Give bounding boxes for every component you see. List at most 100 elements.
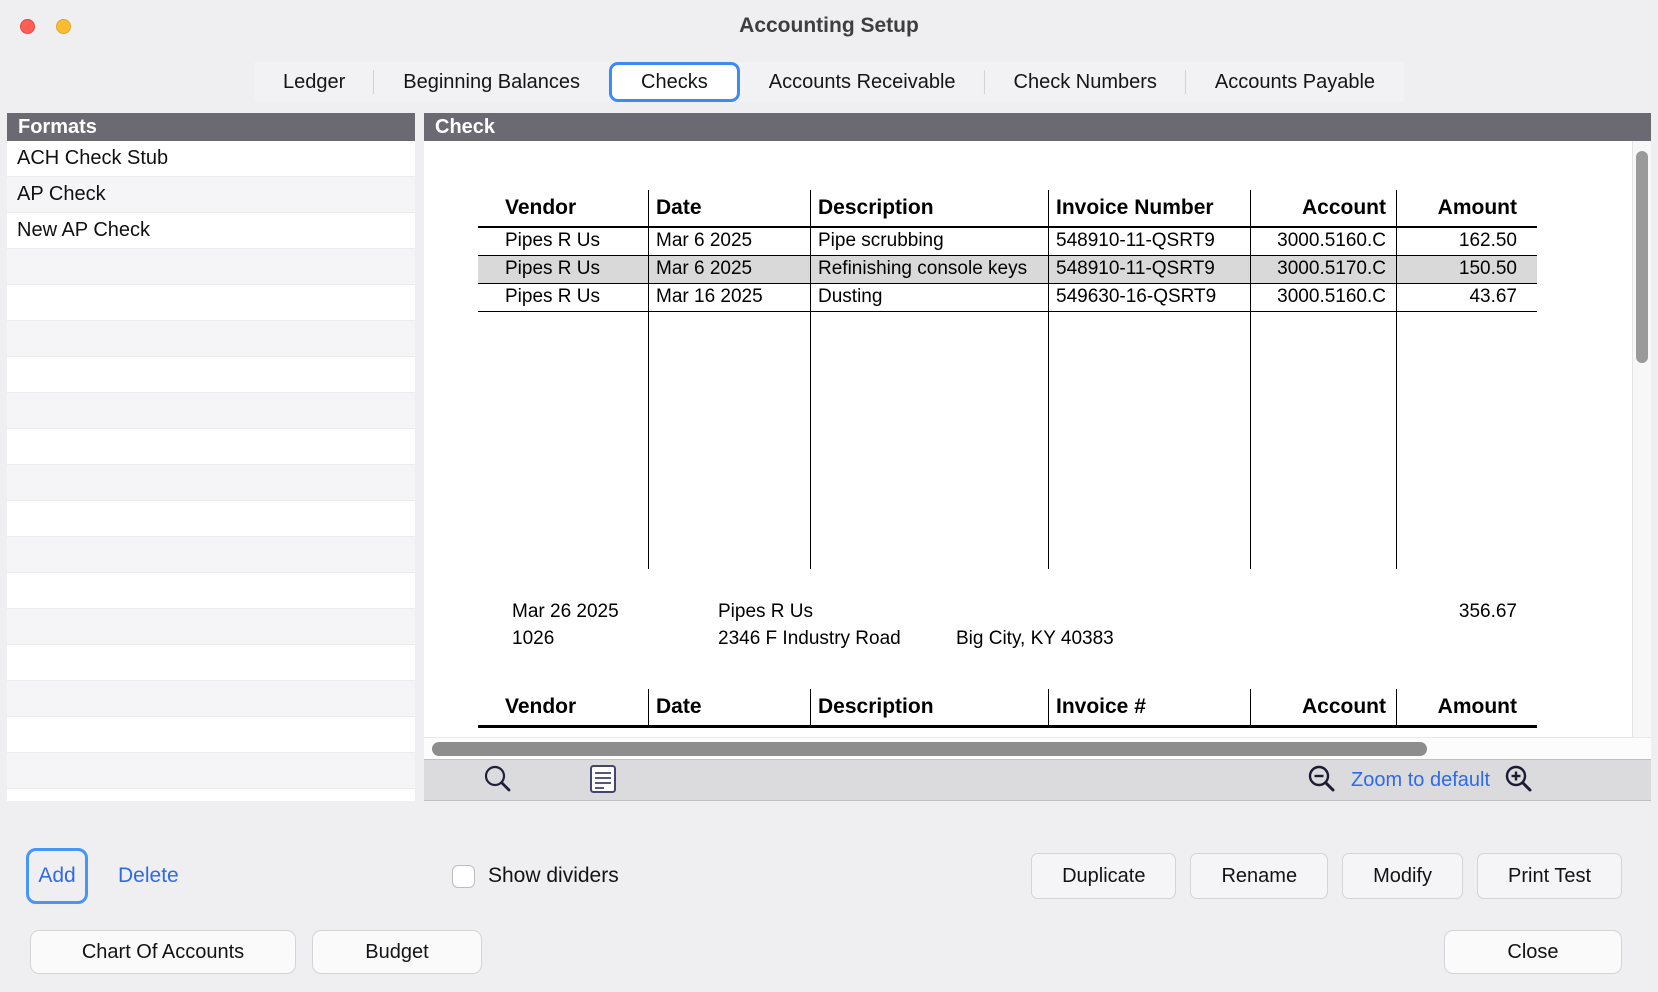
footer-row: Chart Of Accounts Budget Close (0, 930, 1658, 976)
horizontal-scrollbar-thumb[interactable] (432, 742, 1427, 756)
accounting-setup-window: Accounting Setup Ledger Beginning Balanc… (0, 0, 1658, 992)
check-payee: Pipes R Us (718, 601, 813, 623)
cell-vendor: Pipes R Us (478, 228, 648, 255)
magnifier-icon (482, 763, 514, 798)
title-bar: Accounting Setup (0, 0, 1658, 52)
stub-table-header: Vendor Date Description Invoice Number A… (478, 190, 1537, 228)
zoom-out-icon (1306, 763, 1338, 798)
cell-date: Mar 6 2025 (648, 228, 810, 255)
empty-list-row (7, 465, 415, 501)
column-header-date: Date (648, 190, 810, 226)
column-header-account: Account (1250, 190, 1396, 226)
column-header-amount: Amount (1396, 190, 1537, 226)
empty-list-row (7, 429, 415, 465)
column-header-invoice: Invoice # (1048, 689, 1250, 725)
empty-list-row (7, 609, 415, 645)
check-total: 356.67 (1459, 601, 1517, 623)
empty-list-row (7, 537, 415, 573)
check-stub-row: Pipes R Us Mar 16 2025 Dusting 549630-16… (478, 284, 1537, 312)
tab-check-numbers[interactable]: Check Numbers (985, 62, 1186, 102)
empty-list-row (7, 393, 415, 429)
empty-list-row (7, 573, 415, 609)
show-dividers-checkbox[interactable] (452, 865, 475, 888)
second-stub-table-header: Vendor Date Description Invoice # Accoun… (478, 689, 1537, 728)
empty-list-row (7, 717, 415, 753)
magnifier-tool-button[interactable] (482, 763, 514, 798)
document-lines-icon (588, 763, 618, 798)
rename-button[interactable]: Rename (1190, 853, 1328, 899)
empty-list-row (7, 501, 415, 537)
cell-invoice: 548910-11-QSRT9 (1048, 256, 1250, 283)
column-header-description: Description (810, 689, 1048, 725)
empty-list-row (7, 285, 415, 321)
show-dividers-label: Show dividers (488, 864, 619, 888)
cell-account: 3000.5170.C (1250, 256, 1396, 283)
tab-bar: Ledger Beginning Balances Checks Account… (254, 62, 1404, 102)
cell-amount: 43.67 (1396, 284, 1537, 311)
tab-accounts-receivable[interactable]: Accounts Receivable (740, 62, 985, 102)
format-item-new-ap-check[interactable]: New AP Check (7, 213, 415, 249)
format-item-ap-check[interactable]: AP Check (7, 177, 415, 213)
cell-description: Pipe scrubbing (810, 228, 1048, 255)
modify-button[interactable]: Modify (1342, 853, 1463, 899)
format-controls-row: Add Delete Show dividers Duplicate Renam… (0, 848, 1658, 906)
column-header-date: Date (648, 689, 810, 725)
zoom-in-icon (1503, 763, 1535, 798)
format-item-ach-check-stub[interactable]: ACH Check Stub (7, 141, 415, 177)
close-button[interactable]: Close (1444, 930, 1622, 974)
column-header-amount: Amount (1396, 689, 1537, 725)
empty-list-row (7, 357, 415, 393)
empty-list-row (7, 321, 415, 357)
cell-date: Mar 16 2025 (648, 284, 810, 311)
horizontal-scrollbar[interactable] (424, 737, 1651, 759)
budget-button[interactable]: Budget (312, 930, 482, 974)
tab-ledger[interactable]: Ledger (254, 62, 374, 102)
tab-accounts-payable[interactable]: Accounts Payable (1186, 62, 1404, 102)
print-test-button[interactable]: Print Test (1477, 853, 1622, 899)
check-info: Mar 26 2025 1026 Pipes R Us 2346 F Indus… (478, 599, 1537, 657)
zoom-in-button[interactable] (1503, 763, 1535, 798)
check-stub: Vendor Date Description Invoice Number A… (478, 190, 1537, 728)
column-header-description: Description (810, 190, 1048, 226)
zoom-to-default-link[interactable]: Zoom to default (1351, 769, 1490, 792)
check-number: 1026 (512, 628, 554, 650)
empty-list-row (7, 249, 415, 285)
check-city: Big City, KY 40383 (956, 628, 1114, 650)
cell-invoice: 549630-16-QSRT9 (1048, 284, 1250, 311)
chart-of-accounts-button[interactable]: Chart Of Accounts (30, 930, 296, 974)
check-date: Mar 26 2025 (512, 601, 619, 623)
cell-amount: 150.50 (1396, 256, 1537, 283)
tab-beginning-balances[interactable]: Beginning Balances (374, 62, 609, 102)
formats-panel-header: Formats (7, 113, 415, 141)
cell-invoice: 548910-11-QSRT9 (1048, 228, 1250, 255)
window-title: Accounting Setup (0, 0, 1658, 52)
vertical-scrollbar-thumb[interactable] (1636, 151, 1648, 363)
column-header-account: Account (1250, 689, 1396, 725)
column-header-vendor: Vendor (478, 190, 648, 226)
cell-description: Refinishing console keys (810, 256, 1048, 283)
empty-list-row (7, 753, 415, 789)
formats-list: ACH Check Stub AP Check New AP Check (7, 141, 415, 801)
zoom-out-button[interactable] (1306, 763, 1338, 798)
cell-account: 3000.5160.C (1250, 228, 1396, 255)
check-preview: Vendor Date Description Invoice Number A… (424, 141, 1651, 737)
vertical-scrollbar[interactable] (1632, 141, 1651, 737)
cell-amount: 162.50 (1396, 228, 1537, 255)
cell-description: Dusting (810, 284, 1048, 311)
tab-checks[interactable]: Checks (609, 62, 740, 102)
show-dividers-control[interactable]: Show dividers (452, 848, 619, 904)
add-button[interactable]: Add (26, 848, 88, 904)
stub-column-dividers (478, 312, 1537, 569)
preview-toolbar: Zoom to default (424, 759, 1651, 801)
check-stub-row: Pipes R Us Mar 6 2025 Pipe scrubbing 548… (478, 228, 1537, 256)
empty-list-row (7, 645, 415, 681)
cell-date: Mar 6 2025 (648, 256, 810, 283)
check-stub-row: Pipes R Us Mar 6 2025 Refinishing consol… (478, 256, 1537, 284)
delete-button[interactable]: Delete (118, 848, 179, 904)
stub-text-tool-button[interactable] (588, 763, 618, 798)
duplicate-button[interactable]: Duplicate (1031, 853, 1176, 899)
check-panel-header: Check (424, 113, 1651, 141)
cell-vendor: Pipes R Us (478, 256, 648, 283)
empty-list-row (7, 681, 415, 717)
cell-account: 3000.5160.C (1250, 284, 1396, 311)
